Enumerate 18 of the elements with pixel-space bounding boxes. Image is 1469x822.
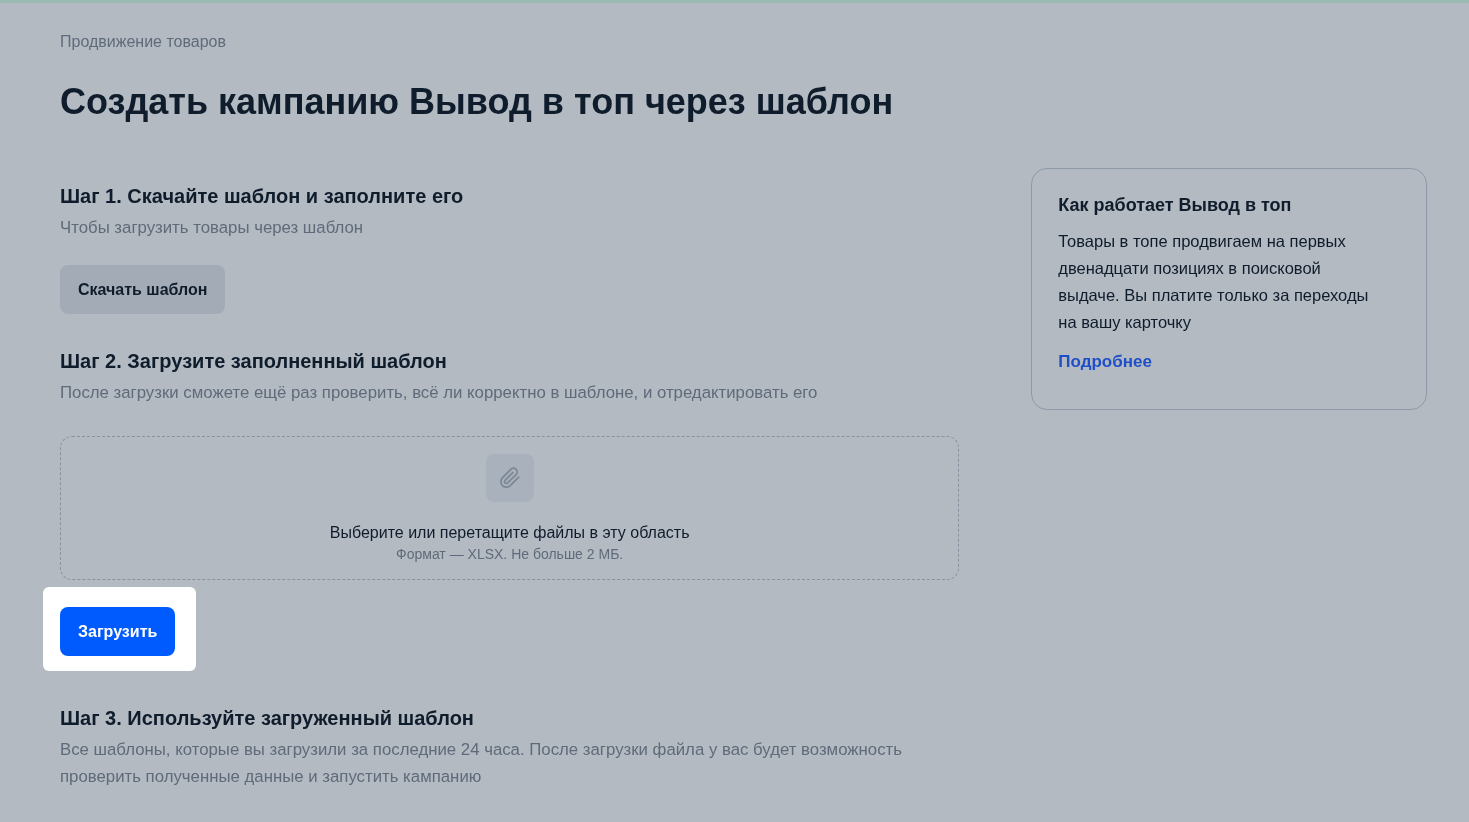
breadcrumb[interactable]: Продвижение товаров bbox=[60, 33, 960, 51]
file-drop-area[interactable]: Выберите или перетащите файлы в эту область Формат — XLSX. Не больше 2 МБ. bbox=[60, 436, 960, 580]
more-link[interactable]: Подробнее bbox=[1058, 352, 1152, 372]
download-button[interactable]: Скачать шаблон bbox=[60, 265, 226, 314]
paperclip-icon bbox=[498, 467, 521, 489]
attach-button[interactable] bbox=[485, 454, 534, 502]
drop-instruction: Выберите или перетащите файлы в эту область bbox=[329, 524, 690, 542]
step-description: Все шаблоны, которые вы загрузили за последние 24 часа. После загрузки файла у вас будет возможность проверить полученные данные и запустить кампанию bbox=[60, 739, 903, 788]
card-text: Товары в топе продвигаем на первых двенадцати позициях в поисковой выдаче. Вы платите только за переходы на вашу карточку bbox=[1058, 231, 1370, 333]
page-title: Создать кампанию Вывод в топ через шаблон bbox=[60, 81, 895, 123]
file-format-hint: Формат — XLSX. Не больше 2 МБ. bbox=[396, 546, 624, 562]
step-description: Чтобы загрузить товары через шаблон bbox=[60, 217, 365, 239]
card-title: Как работает Вывод в топ bbox=[1058, 195, 1293, 216]
upload-button[interactable]: Загрузить bbox=[60, 607, 176, 656]
step-title: Шаг 2. Загрузите заполненный шаблон bbox=[60, 350, 448, 373]
step-title: Шаг 3. Используйте загруженный шаблон bbox=[60, 707, 475, 730]
step-description: После загрузки сможете ещё раз проверить, всё ли корректно в шаблоне, и отредактировать его bbox=[60, 382, 819, 404]
step-title: Шаг 1. Скачайте шаблон и заполните его bbox=[60, 185, 465, 208]
